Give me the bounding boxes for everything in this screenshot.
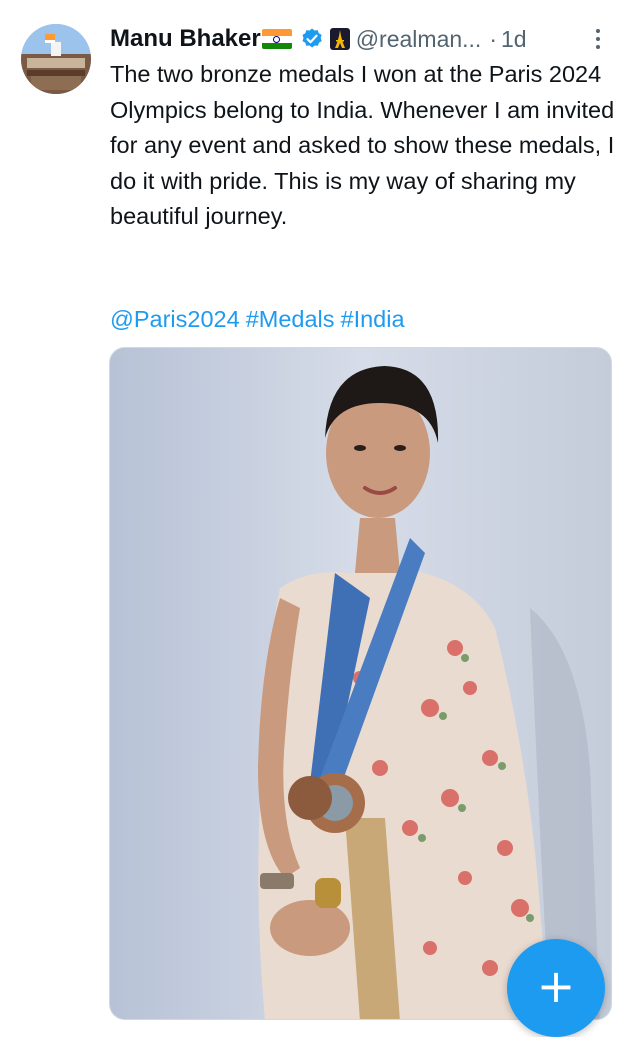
mention-link[interactable]: @Paris2024 (110, 306, 240, 332)
verified-badge-icon[interactable] (300, 27, 324, 51)
more-options-icon[interactable] (590, 26, 606, 52)
tweet-text: The two bronze medals I won at the Paris… (110, 61, 621, 229)
tweet-photo[interactable] (109, 347, 612, 1020)
tweet-timestamp[interactable]: 1d (501, 26, 527, 53)
author-handle[interactable]: @realman... (356, 26, 482, 53)
compose-plus-icon: + (536, 959, 576, 1013)
eiffel-tower-affiliate-icon[interactable] (329, 28, 350, 50)
avatar-image (21, 24, 91, 94)
author-name[interactable]: Manu Bhaker (110, 25, 261, 53)
tweet-hashtags: @Paris2024 #Medals #India (110, 302, 411, 337)
photo-image (110, 348, 611, 1019)
compose-button[interactable]: + (507, 939, 605, 1037)
time-separator: · (489, 25, 497, 52)
india-flag-icon (261, 29, 292, 49)
hashtag-link[interactable]: #India (341, 306, 405, 332)
hashtag-link[interactable]: #Medals (246, 306, 335, 332)
author-avatar[interactable] (21, 24, 91, 94)
tweet-header: Manu Bhaker @realman... · 1d (110, 22, 615, 56)
